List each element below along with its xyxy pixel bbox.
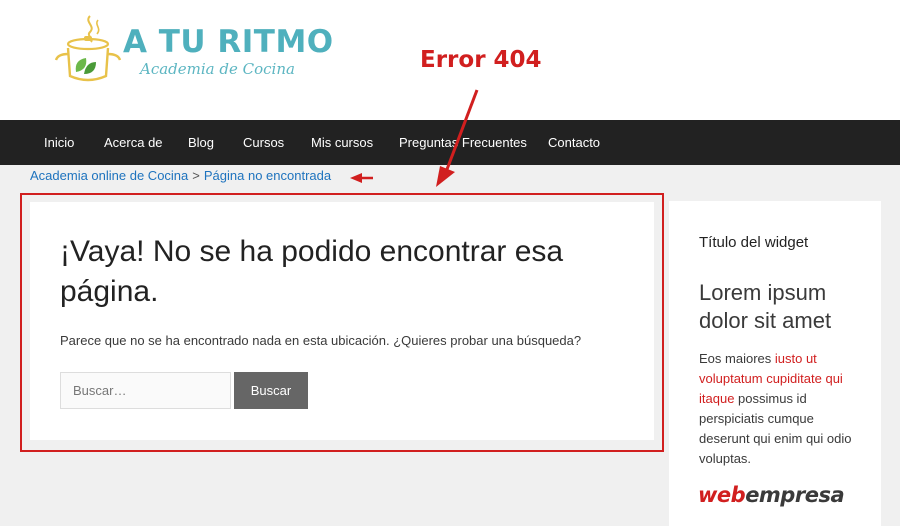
nav-item-preguntas-frecuentes[interactable]: Preguntas Frecuentes	[399, 120, 527, 165]
nav-item-inicio[interactable]: Inicio	[44, 120, 74, 165]
nav-item-blog[interactable]: Blog	[188, 120, 214, 165]
main-navigation: Inicio Acerca de Blog Cursos Mis cursos …	[0, 120, 900, 165]
widget-text: Eos maiores iusto ut voluptatum cupidita…	[699, 349, 859, 469]
breadcrumb: Academia online de Cocina > Página no enco…	[30, 168, 331, 183]
brand-part-empresa: empresa	[745, 483, 845, 507]
page-title: ¡Vaya! No se ha podido encontrar esa pág…	[60, 235, 564, 308]
breadcrumb-current[interactable]: Página no encontrada	[204, 168, 331, 183]
nav-item-contacto[interactable]: Contacto	[548, 120, 600, 165]
site-header: A TU RITMO Academia de Cocina Error 404	[0, 0, 900, 120]
logo-subtitle: Academia de Cocina	[140, 60, 295, 78]
nav-item-mis-cursos[interactable]: Mis cursos	[311, 120, 373, 165]
error-404-annotation: Error 404	[420, 47, 542, 73]
site-logo[interactable]: A TU RITMO Academia de Cocina	[50, 14, 333, 88]
main-content: ¡Vaya! No se ha podido encontrar esa pág…	[30, 202, 654, 440]
not-found-message: Parece que no se ha encontrado nada en e…	[60, 333, 582, 348]
logo-title: A TU RITMO	[123, 24, 334, 60]
widget-heading: Lorem ipsum dolor sit amet	[699, 280, 832, 333]
widget-text-before: Eos maiores	[699, 351, 775, 366]
search-input[interactable]	[60, 372, 231, 409]
webempresa-logo: webempresa	[698, 483, 845, 507]
sidebar-widget: Título del widget Lorem ipsum dolor sit …	[669, 201, 881, 526]
arrow-to-breadcrumb-icon	[350, 173, 373, 183]
brand-part-web: web	[698, 483, 746, 507]
search-button[interactable]: Buscar	[234, 372, 308, 409]
breadcrumb-home-link[interactable]: Academia online de Cocina	[30, 168, 188, 183]
nav-item-cursos[interactable]: Cursos	[243, 120, 284, 165]
breadcrumb-separator: >	[192, 168, 200, 183]
nav-item-acerca-de[interactable]: Acerca de	[104, 120, 163, 165]
widget-title: Título del widget	[699, 234, 809, 251]
cooking-pot-icon	[54, 15, 122, 82]
